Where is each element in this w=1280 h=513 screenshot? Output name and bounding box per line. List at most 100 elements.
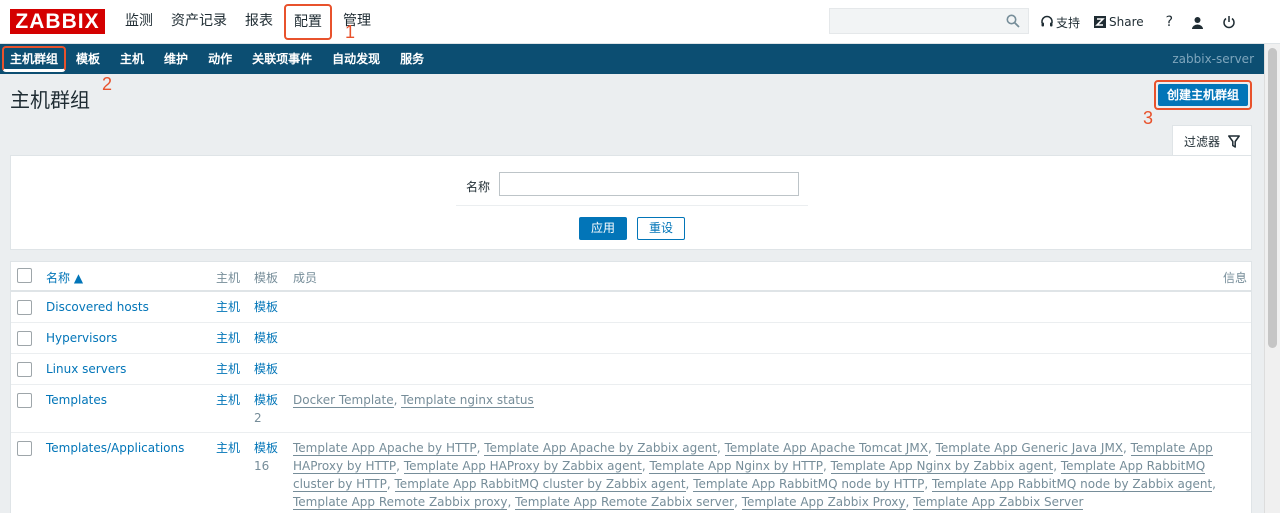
sub-menu-hosts[interactable]: 主机	[110, 44, 154, 74]
reset-button[interactable]: 重设	[637, 217, 685, 240]
table-row: Discovered hosts 主机 模板	[11, 292, 1251, 323]
templates-link-label: 模板	[254, 441, 279, 455]
member-template-link[interactable]: Template App Nginx by Zabbix agent	[830, 459, 1054, 474]
filter-tab[interactable]: 过滤器	[1172, 125, 1252, 156]
main-menu-reports[interactable]: 报表	[238, 0, 280, 44]
templates-link[interactable]: 模板 16	[254, 439, 284, 475]
templates-link[interactable]: 模板	[254, 298, 278, 316]
filter-tab-label: 过滤器	[1183, 134, 1220, 149]
sub-menu-discovery[interactable]: 自动发现	[322, 44, 390, 74]
member-template-link[interactable]: Template App RabbitMQ node by HTTP	[693, 477, 925, 492]
user-profile-link[interactable]	[1191, 16, 1204, 29]
group-name-link[interactable]: Discovered hosts	[46, 298, 149, 316]
annotation-3: 3	[1143, 108, 1154, 128]
row-checkbox[interactable]	[17, 362, 32, 377]
zabbix-logo[interactable]: ZABBIX	[10, 9, 105, 34]
column-header-members: 成员	[293, 271, 318, 285]
hosts-link[interactable]: 主机	[216, 439, 240, 457]
top-bar: ZABBIX 监测 资产记录 报表 配置 管理 支持 Share ?	[0, 0, 1280, 44]
column-header-hosts: 主机	[216, 271, 241, 285]
templates-count: 2	[254, 411, 262, 425]
user-icon	[1192, 16, 1204, 29]
sub-menu-actions[interactable]: 动作	[198, 44, 242, 74]
table-row: Linux servers 主机 模板	[11, 354, 1251, 385]
member-template-link[interactable]: Template nginx status	[401, 393, 534, 408]
share-link[interactable]: Share	[1094, 15, 1144, 29]
row-checkbox[interactable]	[17, 393, 32, 408]
create-host-group-button[interactable]: 创建主机群组	[1158, 84, 1248, 106]
help-link[interactable]: ?	[1166, 14, 1173, 30]
column-header-info: 信息	[1223, 271, 1248, 285]
main-menu-monitoring[interactable]: 监测	[118, 0, 160, 44]
support-link[interactable]: 支持	[1040, 14, 1080, 31]
page-scrollbar[interactable]	[1264, 44, 1280, 513]
table-row: Hypervisors 主机 模板	[11, 323, 1251, 354]
member-template-link[interactable]: Template App Remote Zabbix server	[515, 495, 735, 510]
filter-name-row: 名称	[456, 172, 808, 206]
hosts-link[interactable]: 主机	[216, 391, 240, 409]
table-header: 名称 ▲ 主机 模板 成员 信息	[11, 262, 1251, 292]
member-template-link[interactable]: Template App Remote Zabbix proxy	[293, 495, 508, 510]
templates-link-label: 模板	[254, 393, 279, 407]
help-icon: ?	[1165, 14, 1174, 30]
templates-count: 16	[254, 459, 270, 473]
column-header-templates: 模板	[254, 271, 279, 285]
page-title: 主机群组	[10, 88, 90, 112]
member-template-link[interactable]: Docker Template	[293, 393, 394, 408]
member-template-link[interactable]: Template App Zabbix Server	[913, 495, 1084, 510]
main-menu-configuration[interactable]: 配置	[284, 4, 332, 40]
group-name-link[interactable]: Templates/Applications	[46, 439, 184, 457]
global-search	[829, 8, 1029, 34]
member-template-link[interactable]: Template App Apache by HTTP	[293, 441, 477, 456]
power-icon	[1223, 16, 1235, 29]
member-template-link[interactable]: Template App RabbitMQ cluster by Zabbix …	[394, 477, 686, 492]
member-template-link[interactable]: Template App Apache by Zabbix agent	[484, 441, 717, 456]
column-header-name[interactable]: 名称 ▲	[46, 269, 83, 286]
filter-name-label: 名称	[466, 180, 491, 194]
member-template-link[interactable]: Template App Apache Tomcat JMX	[724, 441, 928, 456]
main-menu-inventory[interactable]: 资产记录	[164, 0, 234, 44]
row-checkbox[interactable]	[17, 441, 32, 456]
row-checkbox[interactable]	[17, 331, 32, 346]
group-name-link[interactable]: Linux servers	[46, 360, 126, 378]
hosts-link[interactable]: 主机	[216, 329, 240, 347]
server-name: zabbix-server	[1172, 52, 1254, 66]
annotation-2: 2	[102, 74, 113, 94]
group-name-link[interactable]: Templates	[46, 391, 107, 409]
host-groups-table: 名称 ▲ 主机 模板 成员 信息 Discovered hosts 主机 模板 …	[10, 261, 1252, 513]
sign-out-link[interactable]	[1222, 15, 1236, 29]
member-template-link[interactable]: Template App HAProxy by Zabbix agent	[403, 459, 642, 474]
sub-menu-maintenance[interactable]: 维护	[154, 44, 198, 74]
search-input[interactable]	[830, 9, 1000, 33]
row-checkbox[interactable]	[17, 300, 32, 315]
sub-menu-host-groups[interactable]: 主机群组	[2, 46, 67, 72]
apply-button[interactable]: 应用	[579, 217, 627, 240]
search-icon[interactable]	[1006, 14, 1020, 28]
group-name-link[interactable]: Hypervisors	[46, 329, 117, 347]
scrollbar-thumb[interactable]	[1268, 48, 1277, 348]
main-menu-administration[interactable]: 管理	[336, 0, 378, 44]
templates-link[interactable]: 模板 2	[254, 391, 284, 427]
member-template-link[interactable]: Template App Generic Java JMX	[935, 441, 1124, 456]
members-list: Docker Template, Template nginx status	[293, 393, 534, 408]
table-row: Templates/Applications 主机 模板 16 Template …	[11, 433, 1251, 513]
templates-link[interactable]: 模板	[254, 360, 278, 378]
templates-link[interactable]: 模板	[254, 329, 278, 347]
table-row: Templates 主机 模板 2 Docker Template, Templa…	[11, 385, 1251, 433]
filter-name-input[interactable]	[499, 172, 799, 196]
select-all-checkbox[interactable]	[17, 268, 32, 283]
hosts-link[interactable]: 主机	[216, 298, 240, 316]
top-utility-links: 支持 Share ?	[1040, 0, 1250, 44]
member-template-link[interactable]: Template App Zabbix Proxy	[741, 495, 906, 510]
hosts-link[interactable]: 主机	[216, 360, 240, 378]
filter-panel: 名称 应用 重设	[10, 155, 1252, 250]
member-template-link[interactable]: Template App Nginx by HTTP	[649, 459, 823, 474]
sub-menu-event-correlation[interactable]: 关联项事件	[242, 44, 322, 74]
support-label: 支持	[1056, 15, 1081, 30]
member-template-link[interactable]: Template App RabbitMQ node by Zabbix age…	[931, 477, 1213, 492]
sub-menu: 主机群组 模板 主机 维护 动作 关联项事件 自动发现 服务 zabbix-se…	[0, 44, 1264, 74]
sub-menu-services[interactable]: 服务	[390, 44, 434, 74]
sub-menu-templates[interactable]: 模板	[66, 44, 110, 74]
share-label: Share	[1109, 15, 1144, 29]
headset-icon	[1041, 15, 1053, 27]
